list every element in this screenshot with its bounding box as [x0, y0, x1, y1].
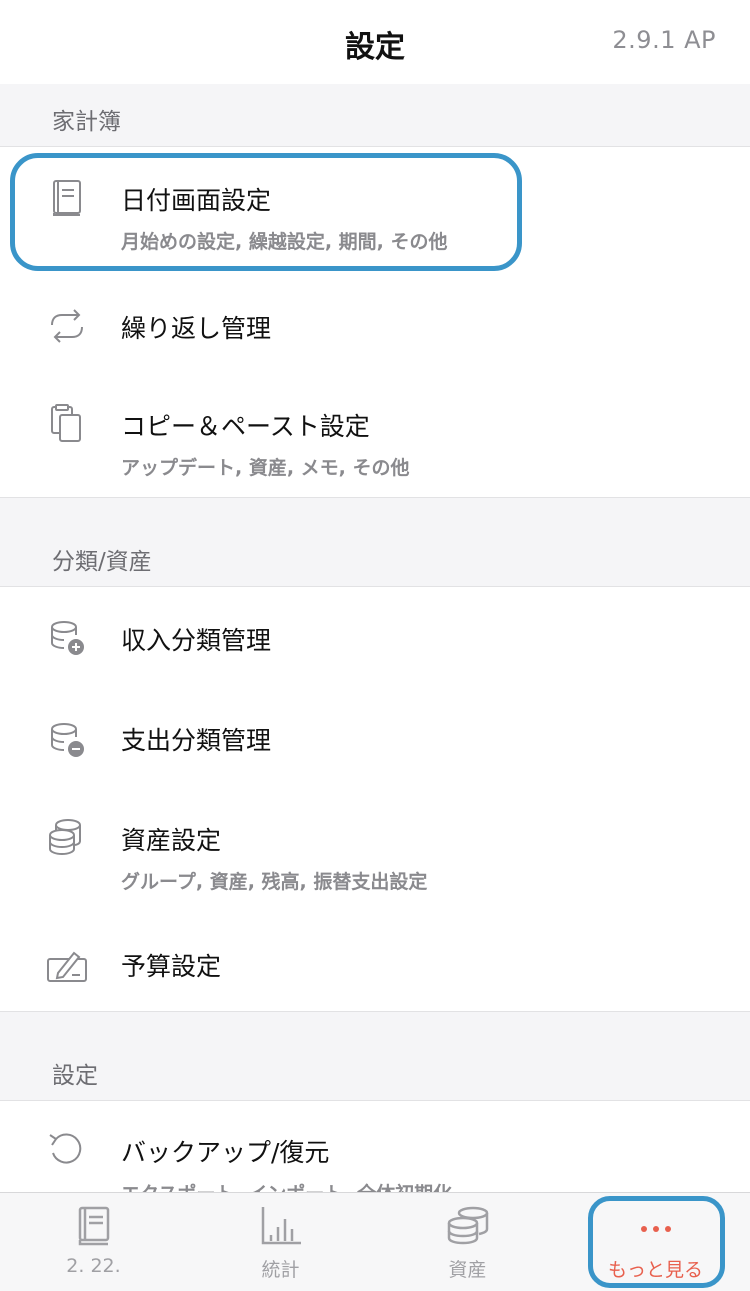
coins-icon	[447, 1206, 488, 1245]
highlight-outline	[588, 1196, 725, 1288]
row-title: 繰り返し管理	[121, 314, 272, 343]
tab-label: 統計	[261, 1259, 300, 1281]
section-label: 設定	[52, 1063, 98, 1089]
tab-assets[interactable]: 資産	[374, 1193, 561, 1291]
row-subtitle: アップデート, 資産, メモ, その他	[121, 457, 410, 479]
version-label: 2.9.1 AP	[612, 26, 716, 54]
row-title: コピー＆ペースト設定	[121, 412, 370, 441]
row-title: バックアップ/復元	[121, 1138, 330, 1167]
clipboard-icon	[51, 404, 81, 442]
tab-statistics[interactable]: 統計	[187, 1193, 374, 1291]
tab-label: 2. 22.	[66, 1255, 121, 1277]
coins-minus-icon	[51, 723, 84, 757]
row-title: 収入分類管理	[121, 626, 272, 655]
chart-icon	[261, 1207, 301, 1245]
row-title: 支出分類管理	[121, 726, 272, 755]
row-title: 資産設定	[121, 826, 222, 855]
repeat-management-row[interactable]: 繰り返し管理	[0, 279, 750, 373]
repeat-icon	[51, 309, 83, 343]
coins-icon	[49, 819, 81, 856]
row-subtitle: グループ, 資産, 残高, 振替支出設定	[121, 871, 428, 893]
restore-icon	[49, 1133, 82, 1164]
expense-category-row[interactable]: 支出分類管理	[0, 687, 750, 787]
budget-icon	[47, 951, 87, 982]
tab-label: 資産	[448, 1259, 487, 1281]
income-category-row[interactable]: 収入分類管理	[0, 587, 750, 687]
asset-settings-row[interactable]: 資産設定 グループ, 資産, 残高, 振替支出設定	[0, 787, 750, 919]
row-subtitle: エクスポート, インポート, 全体初期化	[121, 1179, 452, 1192]
section-label: 家計簿	[52, 109, 121, 135]
section-label: 分類/資産	[52, 549, 152, 575]
section-header-household: 家計簿	[0, 84, 750, 147]
book-icon	[78, 1206, 109, 1246]
row-title: 予算設定	[121, 952, 222, 981]
section-header-settings: 設定	[0, 1012, 750, 1101]
highlight-outline	[10, 153, 522, 271]
nav-bar: 設定 2.9.1 AP	[0, 0, 750, 84]
backup-restore-row[interactable]: バックアップ/復元 エクスポート, インポート, 全体初期化	[0, 1101, 750, 1192]
budget-settings-row[interactable]: 予算設定	[0, 919, 750, 1012]
tab-calendar[interactable]: 2. 22.	[0, 1193, 187, 1291]
copy-paste-settings-row[interactable]: コピー＆ペースト設定 アップデート, 資産, メモ, その他	[0, 373, 750, 498]
coins-plus-icon	[51, 621, 84, 655]
section-header-category: 分類/資産	[0, 498, 750, 587]
